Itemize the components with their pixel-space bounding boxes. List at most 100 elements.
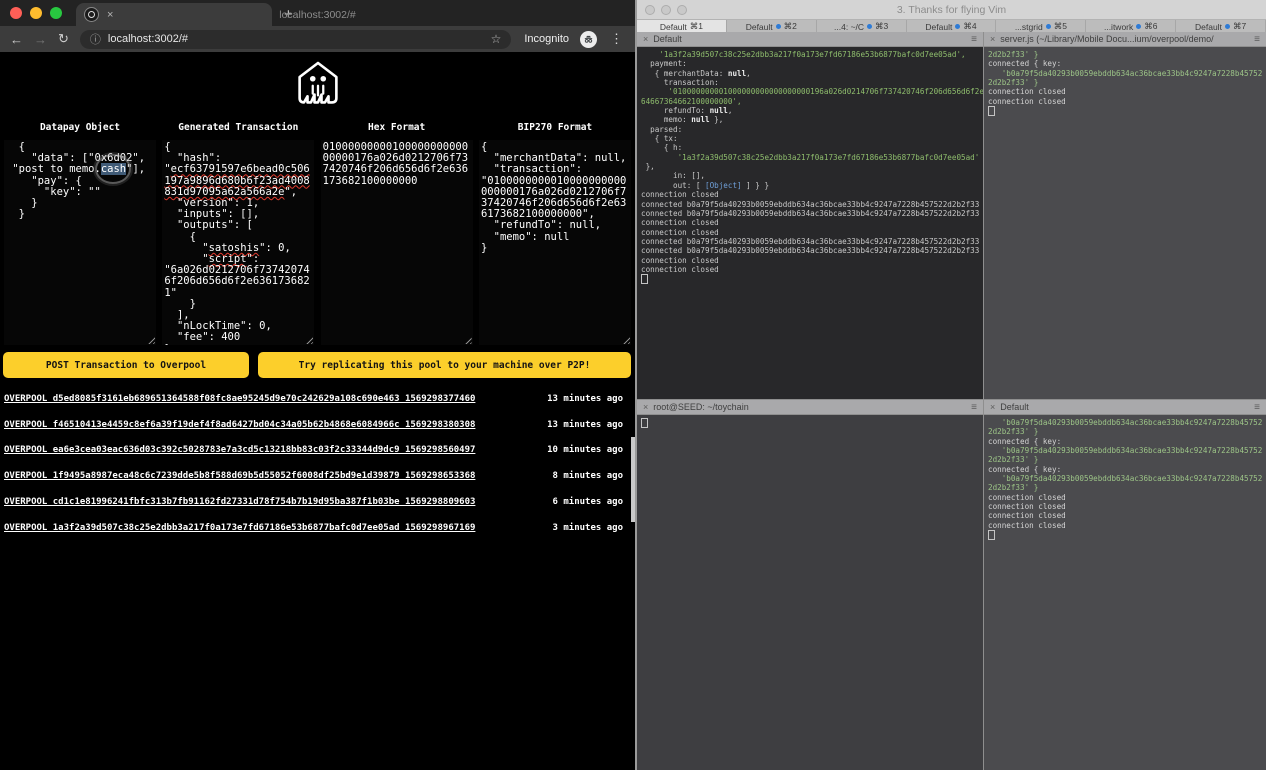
- terminal-window-title: 3. Thanks for flying Vim: [637, 4, 1266, 16]
- ledger-link[interactable]: OVERPOOL_cd1c1e81996241fbfc313b7fb91162f…: [4, 497, 475, 507]
- terminal-output[interactable]: [637, 415, 983, 770]
- pane-close-icon[interactable]: ×: [643, 402, 648, 412]
- incognito-label: Incognito: [524, 33, 569, 45]
- ledger-timestamp: 10 minutes ago: [547, 445, 631, 455]
- pane-close-icon[interactable]: ×: [990, 402, 995, 412]
- pane-close-icon[interactable]: ×: [990, 34, 995, 44]
- pane-menu-icon[interactable]: ≡: [971, 402, 977, 413]
- overpool-page: Datapay ObjectGenerated TransactionHex F…: [0, 52, 635, 770]
- terminal-line: 64667364662100000000',: [641, 97, 983, 106]
- terminal-cursor: [988, 530, 995, 540]
- format-textarea-2[interactable]: 01000000000100000000000 00000176a026d021…: [321, 140, 473, 345]
- ledger-link[interactable]: OVERPOOL_1a3f2a39d507c38c25e2dbb3a217f0a…: [4, 523, 475, 533]
- close-window-button[interactable]: [645, 5, 655, 15]
- ledger-link[interactable]: OVERPOOL_ea6e3cea03eac636d03c392c5028783…: [4, 445, 475, 455]
- ledger-row: OVERPOOL_ea6e3cea03eac636d03c392c5028783…: [4, 438, 631, 464]
- terminal-window-controls: [637, 5, 687, 15]
- terminal-line: '1a3f2a39d507c38c25e2dbb3a217f0a173e7fd6…: [641, 153, 983, 162]
- terminal-line: parsed:: [641, 125, 983, 134]
- terminal-line: connection closed: [988, 493, 1266, 502]
- column-header: BIP270 Format: [479, 122, 631, 133]
- terminal-tab-label: Default: [1195, 22, 1222, 32]
- column-header: Datapay Object: [4, 122, 156, 133]
- column-header: Generated Transaction: [162, 122, 314, 133]
- pane-close-icon[interactable]: ×: [643, 34, 648, 44]
- terminal-tab-label: ...stgrid: [1015, 22, 1043, 32]
- pane-menu-icon[interactable]: ≡: [1254, 34, 1260, 45]
- terminal-line: '1a3f2a39d507c38c25e2dbb3a217f0a173e7fd6…: [641, 50, 983, 59]
- terminal-line: },: [641, 162, 983, 171]
- terminal-tab-shortcut: ⌘7: [1233, 21, 1246, 32]
- terminal-panes: × Default ≡ '1a3f2a39d507c38c25e2dbb3a21…: [637, 32, 1266, 770]
- terminal-line: 'b0a79f5da40293b0059ebddb634ac36bcae33bb…: [988, 446, 1266, 455]
- terminal-cursor: [641, 418, 648, 428]
- terminal-line: out: [ [Object] ] } }: [641, 181, 983, 190]
- browser-window: localhost:3002/# × + ← → ↻ ⓘ localhost:3…: [0, 0, 635, 770]
- terminal-tab-label: ...4: ~/C: [834, 22, 864, 32]
- terminal-line: connection closed: [641, 218, 983, 227]
- pane-menu-icon[interactable]: ≡: [971, 34, 977, 45]
- terminal-line: connected b0a79f5da40293b0059ebddb634ac3…: [641, 237, 983, 246]
- ledger-timestamp: 13 minutes ago: [547, 420, 631, 430]
- ledger-timestamp: 6 minutes ago: [553, 497, 631, 507]
- terminal-line: connection closed: [988, 511, 1266, 520]
- terminal-line: { h:: [641, 143, 983, 152]
- terminal-line: connected { key:: [988, 437, 1266, 446]
- terminal-tab-shortcut: ⌘3: [875, 21, 888, 32]
- browser-menu-icon[interactable]: ⋮: [608, 31, 625, 47]
- terminal-line: in: [],: [641, 171, 983, 180]
- browser-tabstrip: localhost:3002/# × +: [0, 0, 635, 26]
- pane-root-seed-bottom-left: × root@SEED: ~/toychain ≡: [637, 400, 984, 770]
- terminal-output[interactable]: 2d2b2f33' }connected { key: 'b0a79f5da40…: [984, 47, 1266, 399]
- tab-activity-dot-icon: [867, 24, 872, 29]
- browser-tab[interactable]: localhost:3002/# ×: [76, 3, 272, 26]
- selected-text: cash: [101, 163, 126, 175]
- zoom-window-button[interactable]: [677, 5, 687, 15]
- terminal-line: 'b0a79f5da40293b0059ebddb634ac36bcae33bb…: [988, 418, 1266, 427]
- spellcheck-underline: satoshis: [209, 242, 260, 254]
- screen: localhost:3002/# × + ← → ↻ ⓘ localhost:3…: [0, 0, 1266, 770]
- terminal-output[interactable]: 'b0a79f5da40293b0059ebddb634ac36bcae33bb…: [984, 415, 1266, 770]
- terminal-line: connected b0a79f5da40293b0059ebddb634ac3…: [641, 209, 983, 218]
- terminal-line: 2d2b2f33' }: [988, 427, 1266, 436]
- terminal-tab-label: Default: [746, 22, 773, 32]
- format-textarea-3[interactable]: { "merchantData": null, "transaction": "…: [479, 140, 631, 345]
- post-transaction-button[interactable]: POST Transaction to Overpool: [3, 352, 249, 378]
- action-buttons: POST Transaction to Overpool Try replica…: [3, 352, 631, 378]
- spellcheck-underline: script: [209, 253, 247, 265]
- pane-title: Default: [653, 34, 682, 44]
- site-info-icon[interactable]: ⓘ: [90, 31, 101, 47]
- address-bar[interactable]: ⓘ localhost:3002/# ☆: [80, 30, 511, 49]
- pane-menu-icon[interactable]: ≡: [1254, 402, 1260, 413]
- terminal-tab-label: ...itwork: [1104, 22, 1133, 32]
- pane-header: × server.js (~/Library/Mobile Docu...ium…: [984, 32, 1266, 47]
- format-textarea-1[interactable]: { "hash": "ecf63791597e6bead0c506 197a98…: [162, 140, 314, 345]
- terminal-line: connected { key:: [988, 465, 1266, 474]
- terminal-line: connection closed: [988, 521, 1266, 530]
- terminal-line: connected { key:: [988, 59, 1266, 68]
- terminal-line: 'b0a79f5da40293b0059ebddb634ac36bcae33bb…: [988, 474, 1266, 483]
- terminal-line: 2d2b2f33' }: [988, 483, 1266, 492]
- terminal-window: 3. Thanks for flying Vim Default ⌘1 Defaul…: [635, 0, 1266, 770]
- bookmark-star-icon[interactable]: ☆: [491, 32, 502, 46]
- terminal-tab-shortcut: ⌘1: [690, 21, 703, 32]
- reload-icon[interactable]: ↻: [58, 31, 69, 47]
- ledger-link[interactable]: OVERPOOL_f46510413e4459c8ef6a39f19def4f8…: [4, 420, 475, 430]
- terminal-line: connection closed: [641, 265, 983, 274]
- minimize-window-button[interactable]: [661, 5, 671, 15]
- ledger-link[interactable]: OVERPOOL_1f9495a8987eca48c6c7239dde5b8f5…: [4, 471, 475, 481]
- tab-activity-dot-icon: [1136, 24, 1141, 29]
- ledger-timestamp: 8 minutes ago: [553, 471, 631, 481]
- ledger-row: OVERPOOL_d5ed8085f3161eb689651364588f08f…: [4, 386, 631, 412]
- format-textarea-0[interactable]: { "data": ["0x6d02", "post to memo.cash"…: [4, 140, 156, 345]
- ledger-link[interactable]: OVERPOOL_d5ed8085f3161eb689651364588f08f…: [4, 394, 475, 404]
- overpool-ghost-logo-icon: [297, 60, 339, 112]
- back-icon[interactable]: ←: [10, 32, 23, 47]
- terminal-line: connected b0a79f5da40293b0059ebddb634ac3…: [641, 200, 983, 209]
- terminal-output[interactable]: '1a3f2a39d507c38c25e2dbb3a217f0a173e7fd6…: [637, 47, 983, 399]
- replicate-pool-button[interactable]: Try replicating this pool to your machin…: [258, 352, 631, 378]
- tab-title: localhost:3002/#: [0, 9, 635, 21]
- terminal-line: [641, 418, 983, 430]
- forward-icon[interactable]: →: [34, 32, 47, 47]
- pane-title: root@SEED: ~/toychain: [653, 402, 748, 412]
